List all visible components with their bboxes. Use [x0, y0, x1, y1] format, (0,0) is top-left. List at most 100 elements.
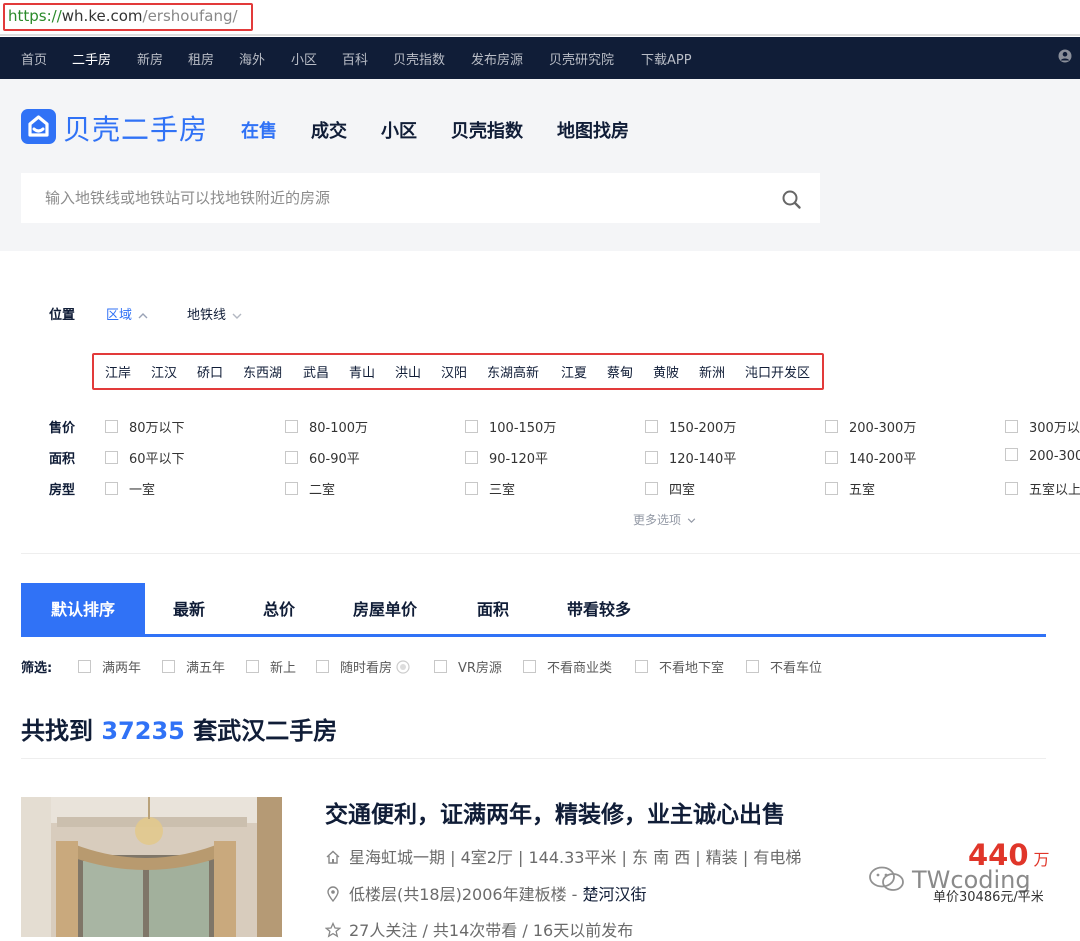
- checkbox[interactable]: [645, 482, 658, 495]
- checkbox[interactable]: [825, 451, 838, 464]
- price-option[interactable]: 80-100万: [285, 417, 368, 436]
- checkbox[interactable]: [246, 660, 259, 673]
- district-qingshan[interactable]: 青山: [349, 362, 375, 381]
- room-option[interactable]: 四室: [645, 479, 695, 498]
- screen-option-no-commercial[interactable]: 不看商业类: [523, 657, 612, 676]
- nav-item-home[interactable]: 首页: [21, 49, 47, 68]
- district-hongshan[interactable]: 洪山: [395, 362, 421, 381]
- area-size-option[interactable]: 60-90平: [285, 448, 360, 467]
- district-jiangxia[interactable]: 江夏: [561, 362, 587, 381]
- district-caidian[interactable]: 蔡甸: [607, 362, 633, 381]
- screen-option-no-basement[interactable]: 不看地下室: [635, 657, 724, 676]
- sort-tab-default[interactable]: 默认排序: [21, 583, 145, 636]
- checkbox[interactable]: [465, 451, 478, 464]
- search-input[interactable]: [21, 173, 761, 223]
- screen-option-no-parking[interactable]: 不看车位: [746, 657, 822, 676]
- user-icon[interactable]: [1058, 49, 1072, 63]
- price-option[interactable]: 80万以下: [105, 417, 185, 436]
- screen-option-new[interactable]: 新上: [246, 657, 296, 676]
- checkbox[interactable]: [825, 420, 838, 433]
- checkbox[interactable]: [645, 420, 658, 433]
- house-info-text[interactable]: 星海虹城一期 | 4室2厅 | 144.33平米 | 东 南 西 | 精装 | …: [349, 848, 801, 867]
- checkbox[interactable]: [825, 482, 838, 495]
- area-size-option[interactable]: 200-300: [1005, 448, 1080, 464]
- nav-item-institute[interactable]: 贝壳研究院: [549, 49, 614, 68]
- checkbox[interactable]: [1005, 420, 1018, 433]
- district-dongxihu[interactable]: 东西湖: [243, 362, 282, 381]
- checkbox[interactable]: [645, 451, 658, 464]
- checkbox[interactable]: [1005, 482, 1018, 495]
- checkbox[interactable]: [162, 660, 175, 673]
- checkbox[interactable]: [316, 660, 329, 673]
- checkbox[interactable]: [78, 660, 91, 673]
- room-option[interactable]: 二室: [285, 479, 335, 498]
- checkbox[interactable]: [465, 482, 478, 495]
- district-zhuankou[interactable]: 沌口开发区: [745, 362, 810, 381]
- checkbox[interactable]: [285, 451, 298, 464]
- nav-item-index[interactable]: 贝壳指数: [393, 49, 445, 68]
- nav-item-download-app[interactable]: 下载APP: [641, 49, 692, 68]
- tab-on-sale[interactable]: 在售: [241, 117, 277, 143]
- district-jianghan[interactable]: 江汉: [151, 362, 177, 381]
- nav-item-ershoufang[interactable]: 二手房: [72, 49, 111, 68]
- sort-tab-area[interactable]: 面积: [477, 583, 509, 636]
- screen-option-anytime-viewing[interactable]: 随时看房: [316, 657, 410, 676]
- position-link[interactable]: 楚河汉街: [583, 885, 647, 904]
- checkbox[interactable]: [465, 420, 478, 433]
- nav-item-publish[interactable]: 发布房源: [471, 49, 523, 68]
- listing-title[interactable]: 交通便利，证满两年，精装修，业主诚心出售: [325, 795, 785, 829]
- nav-item-rent[interactable]: 租房: [188, 49, 214, 68]
- district-qiaokou[interactable]: 硚口: [197, 362, 223, 381]
- area-size-option[interactable]: 60平以下: [105, 448, 185, 467]
- area-toggle[interactable]: 区域: [106, 304, 148, 323]
- subway-toggle[interactable]: 地铁线: [187, 304, 242, 323]
- checkbox[interactable]: [285, 482, 298, 495]
- checkbox[interactable]: [285, 420, 298, 433]
- listing-photo[interactable]: [21, 797, 282, 937]
- address-bar[interactable]: https://wh.ke.com/ershoufang/: [0, 0, 1080, 36]
- area-size-option[interactable]: 140-200平: [825, 448, 916, 467]
- beike-logo-icon[interactable]: [21, 109, 56, 144]
- room-option[interactable]: 五室: [825, 479, 875, 498]
- checkbox[interactable]: [635, 660, 648, 673]
- nav-item-overseas[interactable]: 海外: [239, 49, 265, 68]
- district-wuchang[interactable]: 武昌: [303, 362, 329, 381]
- district-donghu-gaoxin[interactable]: 东湖高新: [487, 362, 539, 381]
- district-hanyang[interactable]: 汉阳: [441, 362, 467, 381]
- sort-tab-total-price[interactable]: 总价: [263, 583, 295, 636]
- sort-tab-unit-price[interactable]: 房屋单价: [353, 583, 417, 636]
- district-xinzhou[interactable]: 新洲: [699, 362, 725, 381]
- nav-item-community[interactable]: 小区: [291, 49, 317, 68]
- sort-tab-newest[interactable]: 最新: [173, 583, 205, 636]
- price-option[interactable]: 300万以: [1005, 417, 1080, 436]
- sort-tab-most-viewed[interactable]: 带看较多: [567, 583, 631, 636]
- tab-sold[interactable]: 成交: [311, 117, 347, 143]
- room-option[interactable]: 五室以上: [1005, 479, 1080, 498]
- logo-text[interactable]: 贝壳二手房: [63, 108, 208, 148]
- checkbox[interactable]: [523, 660, 536, 673]
- district-jiangan[interactable]: 江岸: [105, 362, 131, 381]
- checkbox[interactable]: [105, 420, 118, 433]
- screen-option-five-years[interactable]: 满五年: [162, 657, 225, 676]
- tab-community[interactable]: 小区: [381, 117, 417, 143]
- room-option[interactable]: 三室: [465, 479, 515, 498]
- checkbox[interactable]: [746, 660, 759, 673]
- price-option[interactable]: 200-300万: [825, 417, 916, 436]
- checkbox[interactable]: [1005, 448, 1018, 461]
- search-button[interactable]: [764, 173, 820, 223]
- area-size-option[interactable]: 90-120平: [465, 448, 548, 467]
- checkbox[interactable]: [434, 660, 447, 673]
- checkbox[interactable]: [105, 482, 118, 495]
- checkbox[interactable]: [105, 451, 118, 464]
- price-option[interactable]: 100-150万: [465, 417, 556, 436]
- more-options-button[interactable]: 更多选项: [633, 511, 696, 528]
- room-option[interactable]: 一室: [105, 479, 155, 498]
- tab-beike-index[interactable]: 贝壳指数: [451, 117, 523, 143]
- screen-option-vr[interactable]: VR房源: [434, 657, 502, 676]
- tab-map-search[interactable]: 地图找房: [557, 117, 629, 143]
- price-option[interactable]: 150-200万: [645, 417, 736, 436]
- screen-option-two-years[interactable]: 满两年: [78, 657, 141, 676]
- nav-item-new-home[interactable]: 新房: [137, 49, 163, 68]
- question-icon[interactable]: [396, 660, 410, 674]
- district-huangpi[interactable]: 黄陂: [653, 362, 679, 381]
